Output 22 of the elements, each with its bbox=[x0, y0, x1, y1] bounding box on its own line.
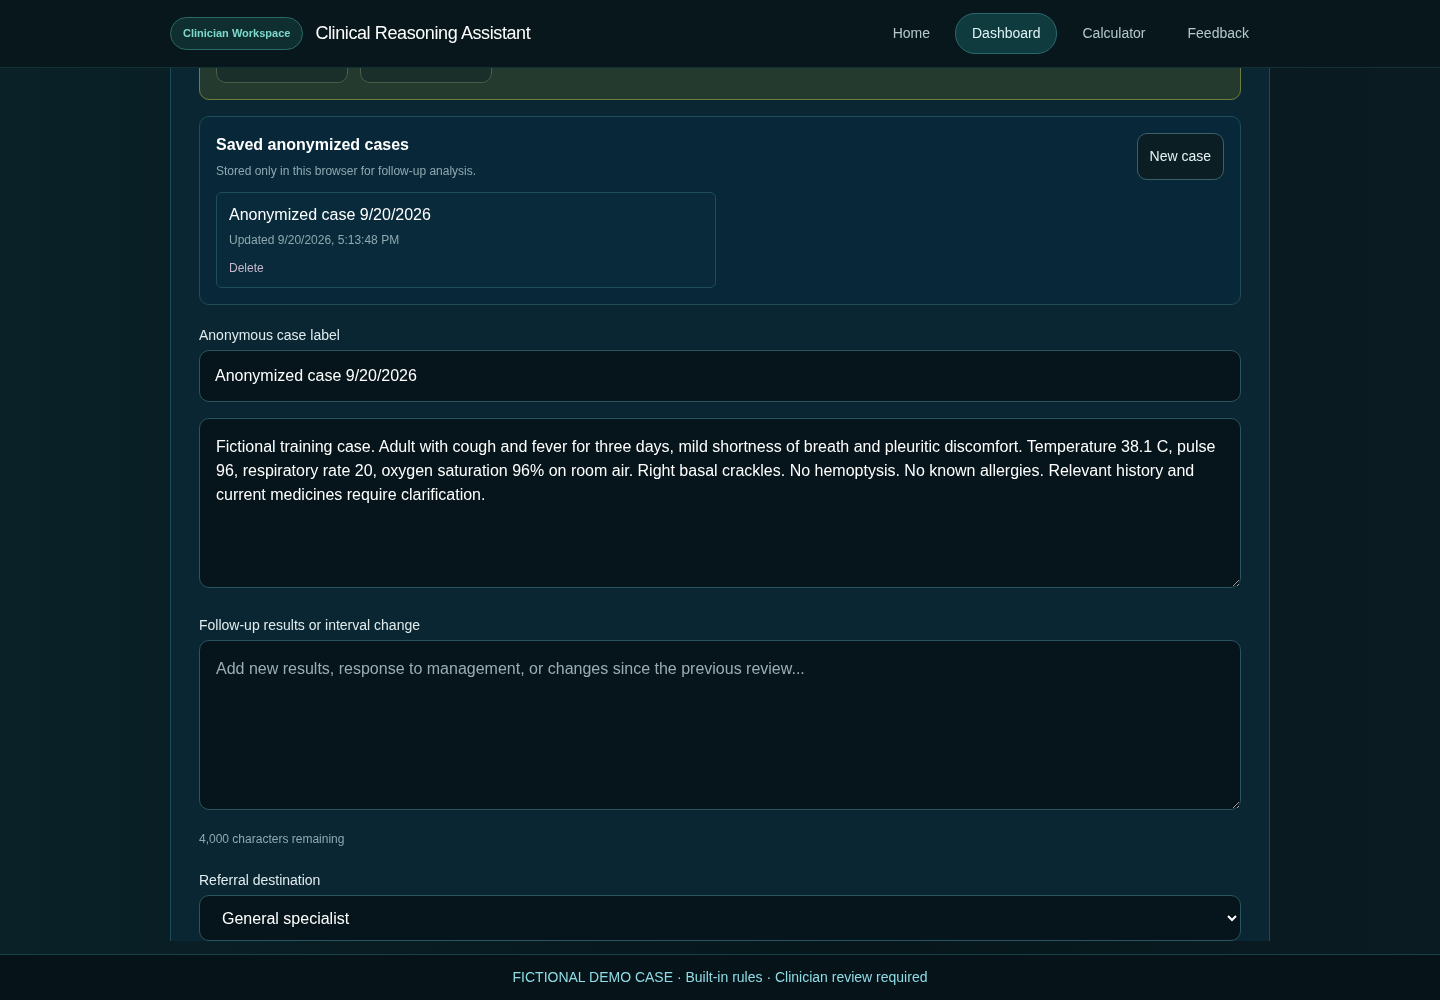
case-label-field[interactable]: Anonymized case 9/20/2026 bbox=[199, 350, 1241, 402]
field-label: Anonymous case label bbox=[199, 326, 341, 345]
new-case-button[interactable]: New case bbox=[1136, 133, 1224, 180]
nav-link[interactable]: Feedback bbox=[1170, 13, 1266, 54]
updated-time: Updated 9/20/2026, 5:13:48 PM bbox=[229, 232, 401, 249]
nav-link[interactable]: Home bbox=[875, 13, 947, 54]
saved-case-card[interactable]: Anonymized case 9/20/2026 Updated 9/20/2026, 5:13:48 PM Delete bbox=[216, 192, 716, 288]
nav-link[interactable]: Calculator bbox=[1065, 13, 1163, 54]
case-notes-field[interactable]: Fictional training case. Adult with cough and fever for three days, mild shortness of breath and pleuritic discomfort. Temperature 38.1 C, pulse 96, respiratory rate 20, oxygen saturation 96% on room air. Right basal crackles. No hemoptysis. No known allergies. Relevant history and current medicines require clarification. bbox=[199, 418, 1241, 588]
referral-select[interactable]: General specialist bbox=[199, 895, 1241, 941]
field-label: Referral destination bbox=[199, 871, 322, 890]
case-title: Anonymized case 9/20/2026 bbox=[229, 205, 432, 225]
workspace-badge: Clinician Workspace bbox=[170, 17, 304, 50]
app-title: Clinical Reasoning Assistant bbox=[315, 22, 531, 45]
character-count: 4,000 characters remaining bbox=[199, 831, 346, 848]
nav-link[interactable]: Dashboard bbox=[955, 13, 1058, 54]
delete-link[interactable]: Delete bbox=[229, 259, 264, 277]
section-subtitle: Stored only in this browser for follow-up analysis. bbox=[216, 163, 477, 180]
footer-text: FICTIONAL DEMO CASE · Built-in rules · Clinician review required bbox=[512, 968, 928, 987]
section-title: Saved anonymized cases bbox=[216, 135, 410, 155]
follow-up-field[interactable]: Add new results, response to management, or changes since the previous review... bbox=[199, 640, 1241, 810]
field-label: Follow-up results or interval change bbox=[199, 616, 421, 635]
